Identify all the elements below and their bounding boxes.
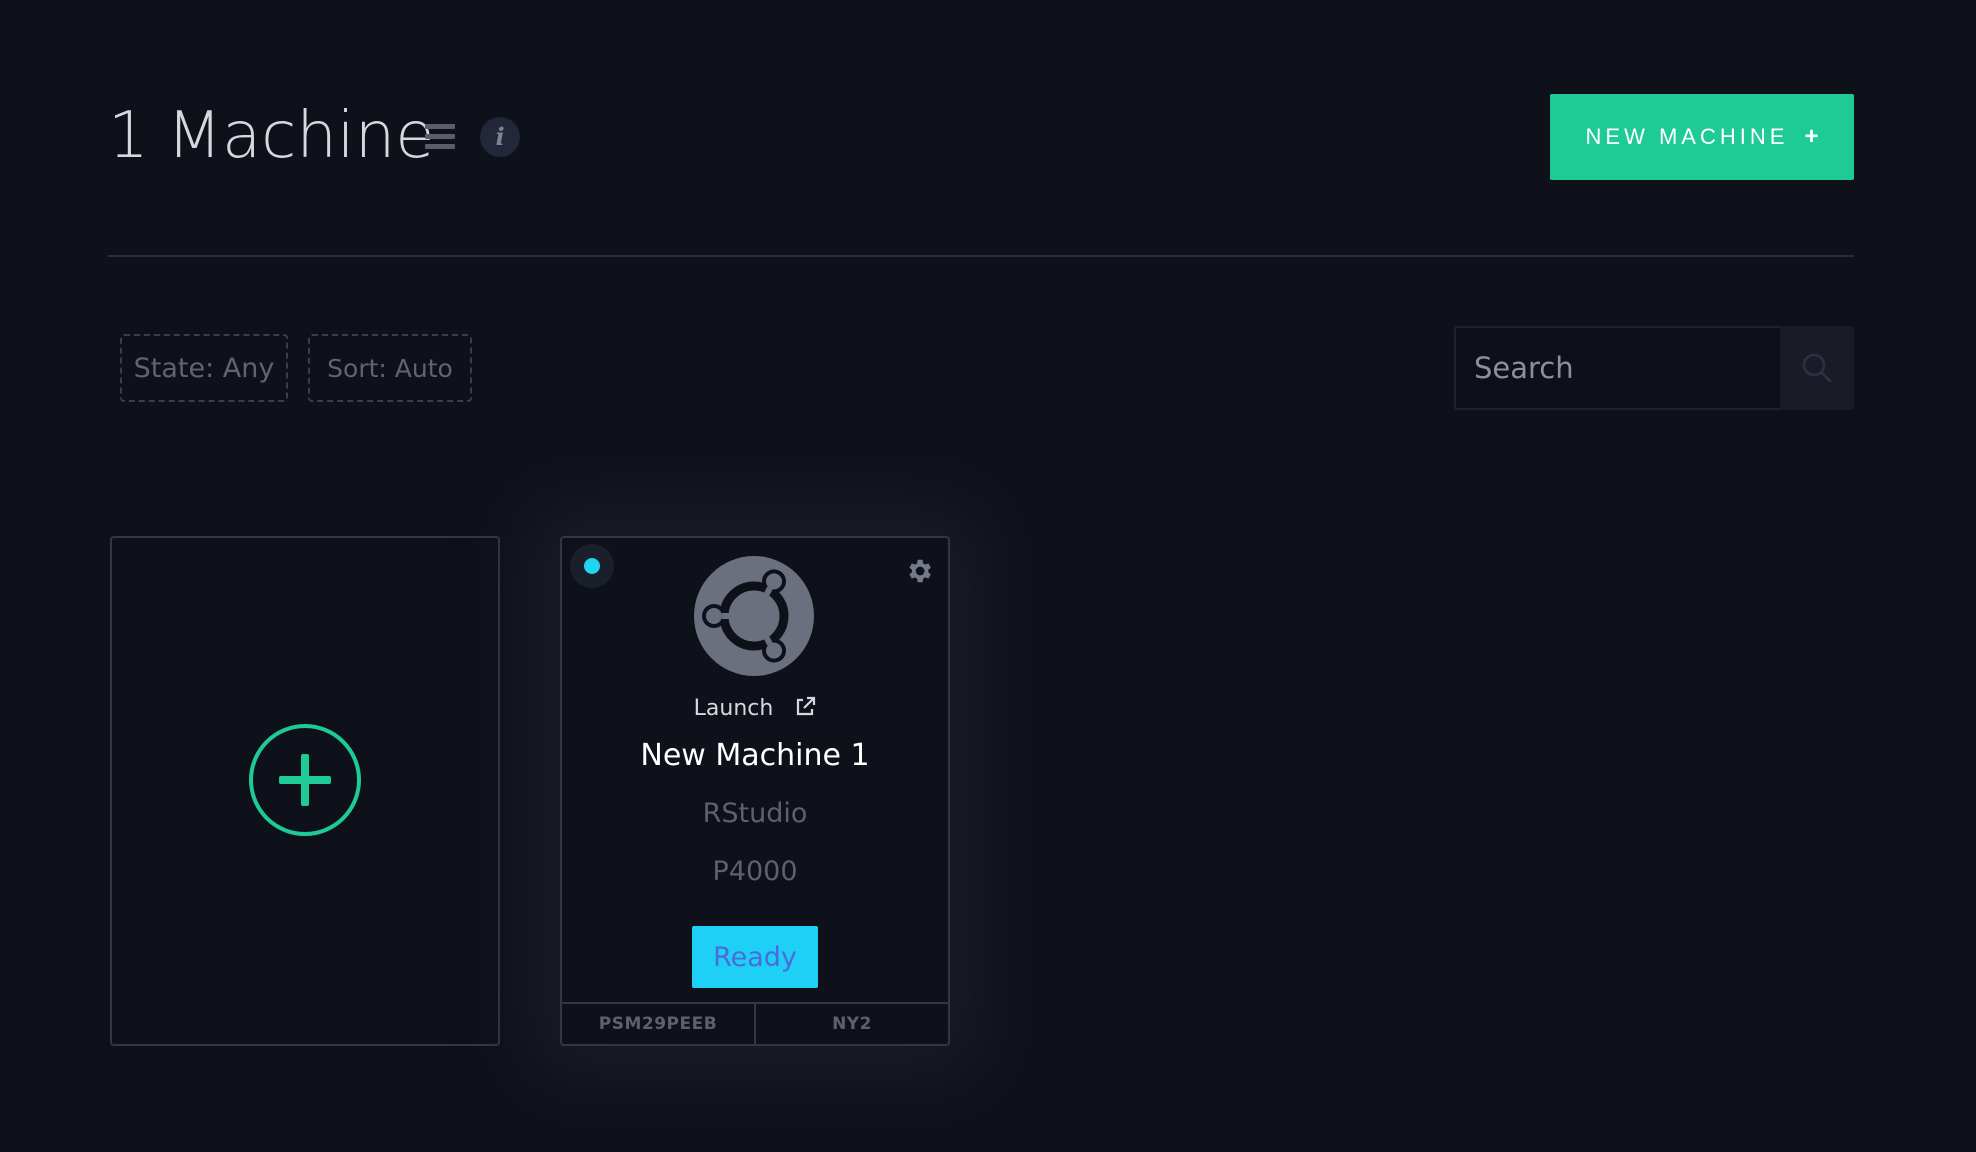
launch-link[interactable]: Launch [562,696,948,721]
sort-filter-label: Sort: Auto [327,353,453,383]
search-button[interactable] [1780,326,1854,410]
status-indicator [570,544,614,588]
info-icon[interactable]: i [480,117,520,157]
status-badge[interactable]: Ready [692,926,818,988]
machine-id: PSM29PEEB [598,1014,718,1034]
card-footer: PSM29PEEB NY2 [562,1002,948,1044]
machine-count: 1 [108,99,149,173]
machine-template: RStudio [702,798,808,829]
state-filter-label: State: Any [133,352,275,384]
page-title-text: Machine [166,99,435,173]
search-input[interactable] [1454,326,1780,410]
search-bar [1454,326,1854,410]
machine-card[interactable]: Launch New Machine 1 RStudio P4000 Ready… [560,536,950,1046]
launch-label: Launch [693,696,774,721]
machines-page: 1 Machine i NEW MACHINE + State: Any Sort… [0,0,1976,1152]
status-dot-icon [584,558,600,574]
new-machine-button[interactable]: NEW MACHINE + [1550,94,1854,180]
machine-gpu-type: P4000 [712,856,798,887]
machine-name: New Machine 1 [640,738,870,773]
search-icon [1802,353,1832,383]
list-view-icon[interactable] [425,124,455,150]
state-filter[interactable]: State: Any [120,334,288,402]
page-title: 1 Machine [108,96,435,176]
sort-filter[interactable]: Sort: Auto [308,334,472,402]
gear-icon[interactable] [904,556,934,586]
add-machine-card[interactable] [110,536,500,1046]
ubuntu-icon [694,556,814,676]
machine-region: NY2 [754,1004,948,1044]
header-divider [108,255,1854,257]
new-machine-label: NEW MACHINE [1585,124,1789,149]
plus-circle-icon [249,724,361,836]
external-link-icon [797,696,816,716]
status-label: Ready [713,941,797,973]
plus-icon: + [1804,123,1819,150]
